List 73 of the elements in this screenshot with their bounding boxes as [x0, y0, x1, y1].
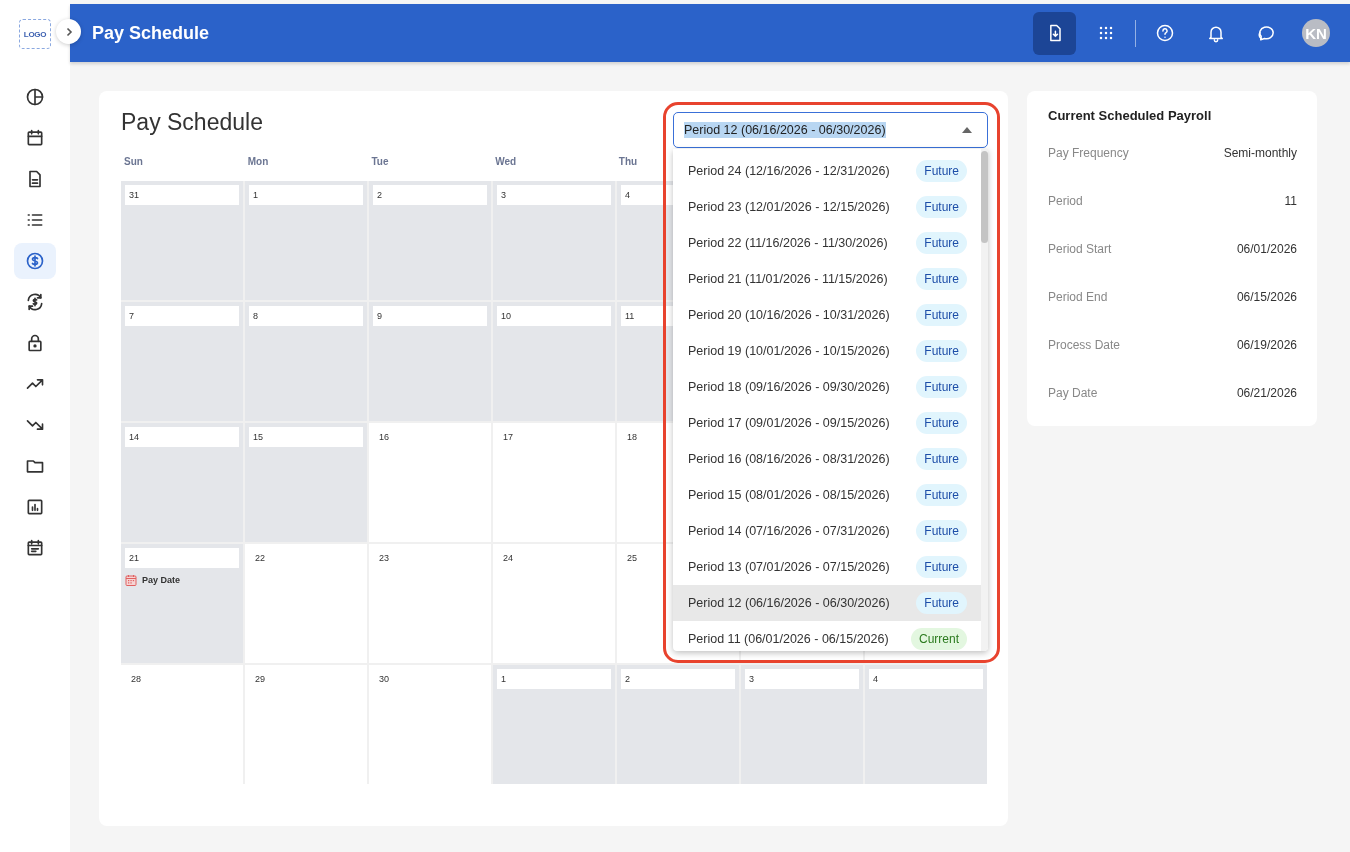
- option-label: Period 12 (06/16/2026 - 06/30/2026): [688, 596, 890, 610]
- day-number: 2: [621, 669, 735, 689]
- page-title: Pay Schedule: [92, 22, 210, 44]
- weekday-label: Tue: [370, 156, 390, 167]
- status-badge: Future: [916, 160, 967, 182]
- weekday-label: Wed: [494, 156, 518, 167]
- status-badge: Future: [916, 592, 967, 614]
- field-label: Process Date: [1048, 338, 1121, 354]
- day-number: 18: [626, 431, 637, 444]
- status-badge: Future: [916, 412, 967, 434]
- field-label: Pay Date: [1048, 386, 1098, 402]
- day-number: 7: [125, 306, 239, 326]
- day-number: 8: [249, 306, 363, 326]
- day-number: 30: [378, 673, 389, 686]
- field-value: 06/21/2026: [1236, 386, 1297, 402]
- option-label: Period 16 (08/16/2026 - 08/31/2026): [688, 452, 890, 466]
- day-number: 21: [125, 548, 239, 568]
- option-label: Period 11 (06/01/2026 - 06/15/2026): [688, 632, 889, 646]
- field-label: Period: [1048, 194, 1083, 210]
- day-number: 28: [130, 673, 141, 686]
- day-number: 24: [502, 552, 513, 565]
- field-label: Period Start: [1048, 242, 1112, 258]
- field-label: Pay Frequency: [1048, 146, 1129, 162]
- option-label: Period 14 (07/16/2026 - 07/31/2026): [688, 524, 890, 538]
- option-label: Period 15 (08/01/2026 - 08/15/2026): [688, 488, 890, 502]
- day-number: 22: [254, 552, 265, 565]
- status-badge: Future: [916, 448, 967, 470]
- day-number: 2: [373, 185, 487, 205]
- day-number: 1: [497, 669, 611, 689]
- card-title: Pay Schedule: [121, 108, 263, 137]
- status-badge: Future: [916, 340, 967, 362]
- card-title: Current Scheduled Payroll: [1048, 108, 1213, 123]
- option-label: Period 19 (10/01/2026 - 10/15/2026): [688, 344, 890, 358]
- day-number: 15: [249, 427, 363, 447]
- weekday-label: Sun: [123, 156, 144, 167]
- field-value: 06/15/2026: [1236, 290, 1297, 306]
- field-label: Period End: [1048, 290, 1108, 306]
- day-number: 29: [254, 673, 265, 686]
- option-label: Period 13 (07/01/2026 - 07/15/2026): [688, 560, 890, 574]
- status-badge: Future: [916, 376, 967, 398]
- day-number: 1: [249, 185, 363, 205]
- field-value: 11: [1284, 194, 1297, 210]
- status-badge: Future: [916, 520, 967, 542]
- option-label: Period 18 (09/16/2026 - 09/30/2026): [688, 380, 890, 394]
- weekday-label: Thu: [617, 156, 639, 167]
- day-number: 10: [497, 306, 611, 326]
- option-label: Period 24 (12/16/2026 - 12/31/2026): [688, 164, 890, 178]
- day-number: 3: [745, 669, 859, 689]
- status-badge: Future: [916, 556, 967, 578]
- day-number: 23: [378, 552, 389, 565]
- day-number: 31: [125, 185, 239, 205]
- status-badge: Future: [916, 484, 967, 506]
- logo: LOGO: [19, 19, 51, 49]
- option-label: Period 21 (11/01/2026 - 11/15/2026): [688, 272, 888, 286]
- event-label: Pay Date: [142, 575, 181, 585]
- field-value: Semi-monthly: [1223, 146, 1297, 162]
- weekday-label: Mon: [246, 156, 270, 167]
- field-value: 06/19/2026: [1236, 338, 1297, 354]
- status-badge: Future: [916, 268, 967, 290]
- day-number: 17: [502, 431, 513, 444]
- status-badge: Future: [916, 304, 967, 326]
- day-number: 9: [373, 306, 487, 326]
- field-value: 06/01/2026: [1236, 242, 1297, 258]
- status-badge: Current: [911, 628, 967, 650]
- day-number: 16: [378, 431, 389, 444]
- day-number: 4: [869, 669, 983, 689]
- status-badge: Future: [916, 196, 967, 218]
- day-number: 3: [497, 185, 611, 205]
- status-badge: Future: [916, 232, 967, 254]
- option-label: Period 17 (09/01/2026 - 09/15/2026): [688, 416, 890, 430]
- day-number: 25: [626, 552, 637, 565]
- day-number: 14: [125, 427, 239, 447]
- option-label: Period 22 (11/16/2026 - 11/30/2026): [688, 236, 888, 250]
